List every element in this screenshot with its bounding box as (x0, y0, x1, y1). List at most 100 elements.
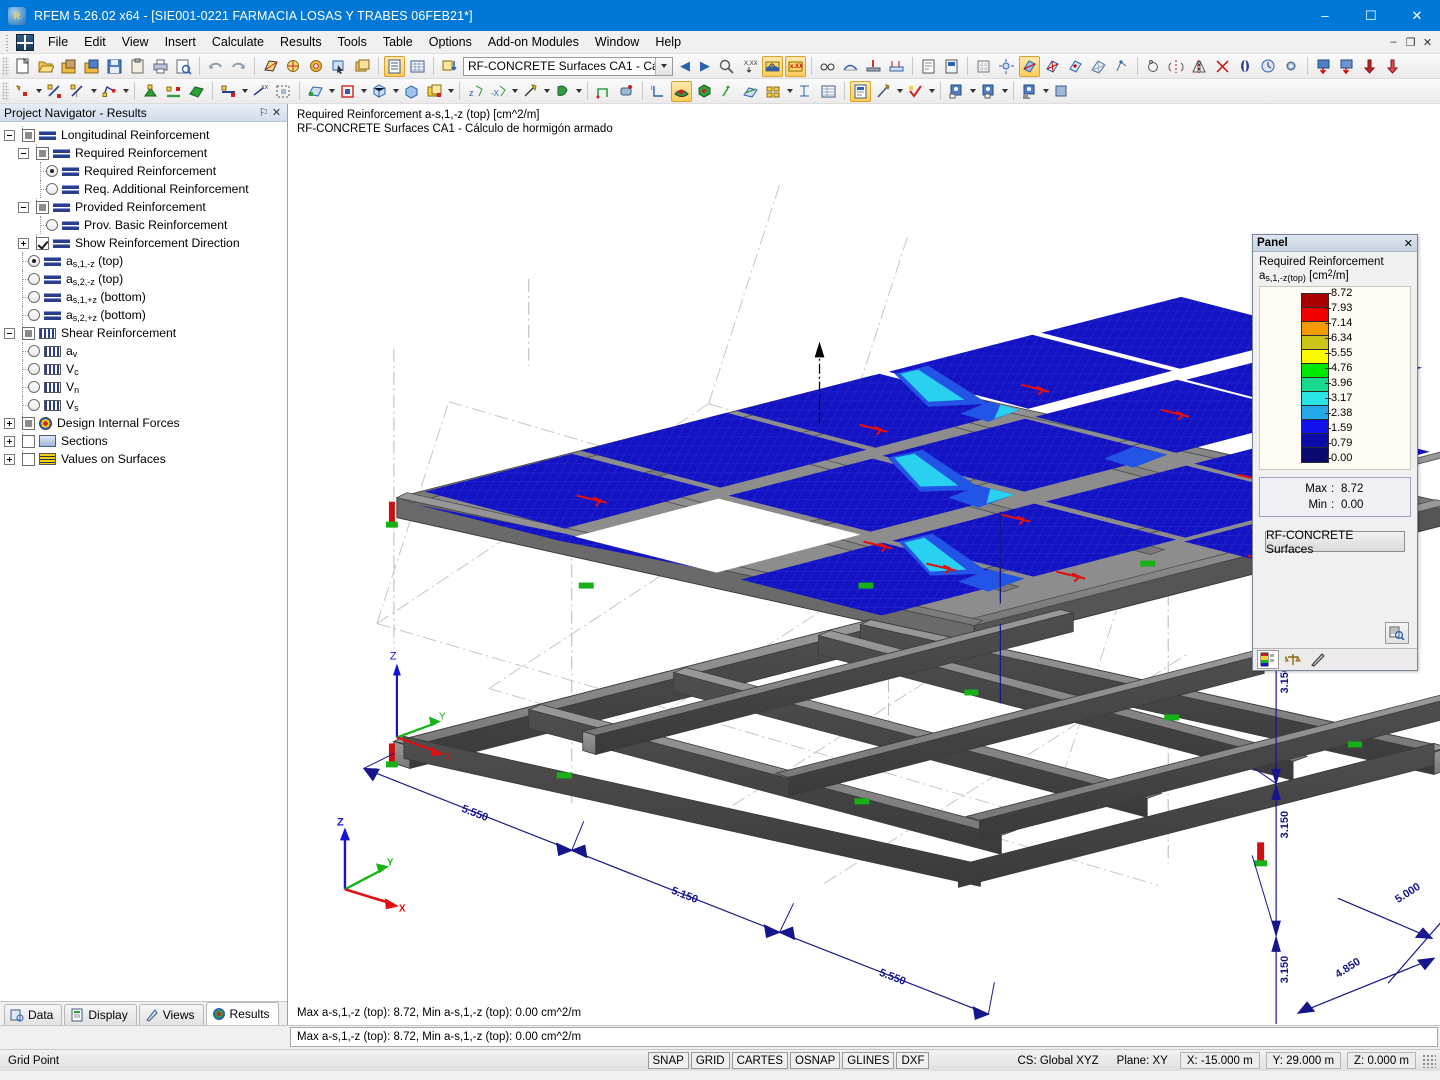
open-model-icon[interactable] (81, 56, 102, 77)
as2-plus-z-bottom-radio[interactable] (28, 309, 40, 321)
resize-grip[interactable] (1422, 1054, 1436, 1068)
save-icon[interactable] (104, 56, 125, 77)
settings-gear-icon[interactable] (1281, 56, 1302, 77)
printout-report-icon[interactable] (941, 56, 962, 77)
support-reactions-icon[interactable] (863, 56, 884, 77)
panel-tab-factors[interactable] (1282, 650, 1304, 669)
vc-radio[interactable] (28, 363, 40, 375)
tab-views[interactable]: Views (139, 1004, 204, 1025)
tree-item-show-reinforcement-direction[interactable]: Show Reinforcement Direction (4, 234, 285, 252)
table-grid-icon[interactable] (407, 56, 428, 77)
close-button[interactable]: ✕ (1394, 0, 1440, 31)
chevron-down-icon[interactable] (655, 58, 672, 75)
navigator-tree[interactable]: Longitudinal Reinforcement Required Rein… (0, 122, 287, 1001)
mdi-restore-button[interactable]: ❐ (1402, 36, 1419, 49)
tree-item-vn[interactable]: Vn (4, 378, 285, 396)
tree-item-as1-plus-z-bottom[interactable]: as,1,+z (bottom) (4, 288, 285, 306)
collapse-icon[interactable] (18, 202, 29, 213)
view-rotate-icon[interactable] (520, 81, 541, 102)
new-window-icon[interactable] (352, 56, 373, 77)
solid-result-icon[interactable] (694, 81, 715, 102)
menu-help[interactable]: Help (647, 32, 689, 52)
redo-icon[interactable] (228, 56, 249, 77)
panel-zoom-icon[interactable] (1385, 622, 1409, 644)
expand-icon[interactable] (4, 418, 15, 429)
menu-results[interactable]: Results (272, 32, 330, 52)
tree-item-provided-reinforcement-group[interactable]: Provided Reinforcement (4, 198, 285, 216)
chevron-down-icon[interactable] (574, 81, 583, 102)
more-views-icon[interactable] (1051, 81, 1072, 102)
collapse-icon[interactable] (4, 328, 15, 339)
lighting-icon[interactable] (996, 56, 1017, 77)
clipboard-icon[interactable] (127, 56, 148, 77)
tree-item-as2-minus-z-top[interactable]: as,2,-z (top) (4, 270, 285, 288)
tree-item-as1-minus-z-top[interactable]: as,1,-z (top) (4, 252, 285, 270)
print-preview-icon[interactable] (173, 56, 194, 77)
rotate-icon[interactable] (1143, 56, 1164, 77)
new-support-icon[interactable] (140, 81, 161, 102)
results-color-icon[interactable] (671, 81, 692, 102)
expand-icon[interactable] (18, 238, 29, 249)
vn-radio[interactable] (28, 381, 40, 393)
prov-basic-reinforcement-radio[interactable] (46, 219, 58, 231)
show-result-values-icon[interactable]: x.XX (785, 56, 806, 77)
menu-edit[interactable]: Edit (76, 32, 114, 52)
tree-item-as2-plus-z-bottom[interactable]: as,2,+z (bottom) (4, 306, 285, 324)
cad-object-icon[interactable] (616, 81, 637, 102)
show-results-icon[interactable] (762, 56, 783, 77)
solid-model-icon[interactable] (1065, 56, 1086, 77)
as1-minus-z-top-radio[interactable] (28, 255, 40, 267)
menu-insert[interactable]: Insert (157, 32, 204, 52)
chevron-down-icon[interactable] (1041, 81, 1050, 102)
mdi-close-button[interactable]: ✕ (1419, 36, 1436, 49)
chevron-down-icon[interactable] (927, 81, 936, 102)
chevron-down-icon[interactable] (359, 81, 368, 102)
open-project-icon[interactable] (58, 56, 79, 77)
menu-grip[interactable] (4, 33, 14, 51)
new-polyline-icon[interactable] (99, 81, 120, 102)
print-report-icon[interactable] (918, 56, 939, 77)
required-reinforcement-radio[interactable] (46, 165, 58, 177)
tree-item-av[interactable]: av (4, 342, 285, 360)
view-list-icon[interactable] (1019, 81, 1040, 102)
tree-item-vc[interactable]: Vc (4, 360, 285, 378)
visibility-checkbox[interactable] (22, 435, 35, 448)
view-iso-icon[interactable] (552, 81, 573, 102)
chevron-down-icon[interactable] (785, 81, 794, 102)
glines-toggle[interactable]: GLINES (842, 1052, 894, 1069)
render-model-icon[interactable] (1019, 56, 1040, 77)
collapse-icon[interactable] (18, 148, 29, 159)
new-line-support-icon[interactable] (163, 81, 184, 102)
view-neg-x-icon[interactable]: -X (488, 81, 509, 102)
select-dashed-icon[interactable] (273, 81, 294, 102)
expand-icon[interactable] (4, 454, 15, 465)
new-line-dim-icon[interactable]: I (67, 81, 88, 102)
chevron-down-icon[interactable] (1000, 81, 1009, 102)
view-settings-icon[interactable] (946, 81, 967, 102)
zoom-select-icon[interactable] (329, 56, 350, 77)
rf-concrete-surfaces-button[interactable]: RF-CONCRETE Surfaces (1265, 531, 1405, 552)
chevron-down-icon[interactable] (327, 81, 336, 102)
tree-item-prov-basic-reinforcement[interactable]: Prov. Basic Reinforcement (4, 216, 285, 234)
new-solid-icon[interactable] (369, 81, 390, 102)
load-case-select-icon[interactable] (439, 56, 460, 77)
menu-file[interactable]: File (40, 32, 76, 52)
new-surface-icon[interactable] (305, 81, 326, 102)
cartes-toggle[interactable]: CARTES (732, 1052, 788, 1069)
new-solid-block-icon[interactable] (401, 81, 422, 102)
tab-results[interactable]: Results (206, 1002, 279, 1025)
tab-data[interactable]: Data (4, 1004, 62, 1025)
glasses-view-icon[interactable] (817, 56, 838, 77)
panel-close-icon[interactable]: ✕ (1404, 237, 1413, 250)
panel-tab-color-scale[interactable] (1257, 650, 1279, 669)
undo-icon[interactable] (205, 56, 226, 77)
menu-calculate[interactable]: Calculate (204, 32, 272, 52)
chevron-down-icon[interactable] (446, 81, 455, 102)
collapse-icon[interactable] (4, 130, 15, 141)
deform-result-icon[interactable] (717, 81, 738, 102)
expand-icon[interactable] (4, 436, 15, 447)
deformation-icon[interactable] (840, 56, 861, 77)
divide-icon[interactable] (1235, 56, 1256, 77)
result-table-icon[interactable] (818, 81, 839, 102)
zoom-window-icon[interactable] (283, 56, 304, 77)
